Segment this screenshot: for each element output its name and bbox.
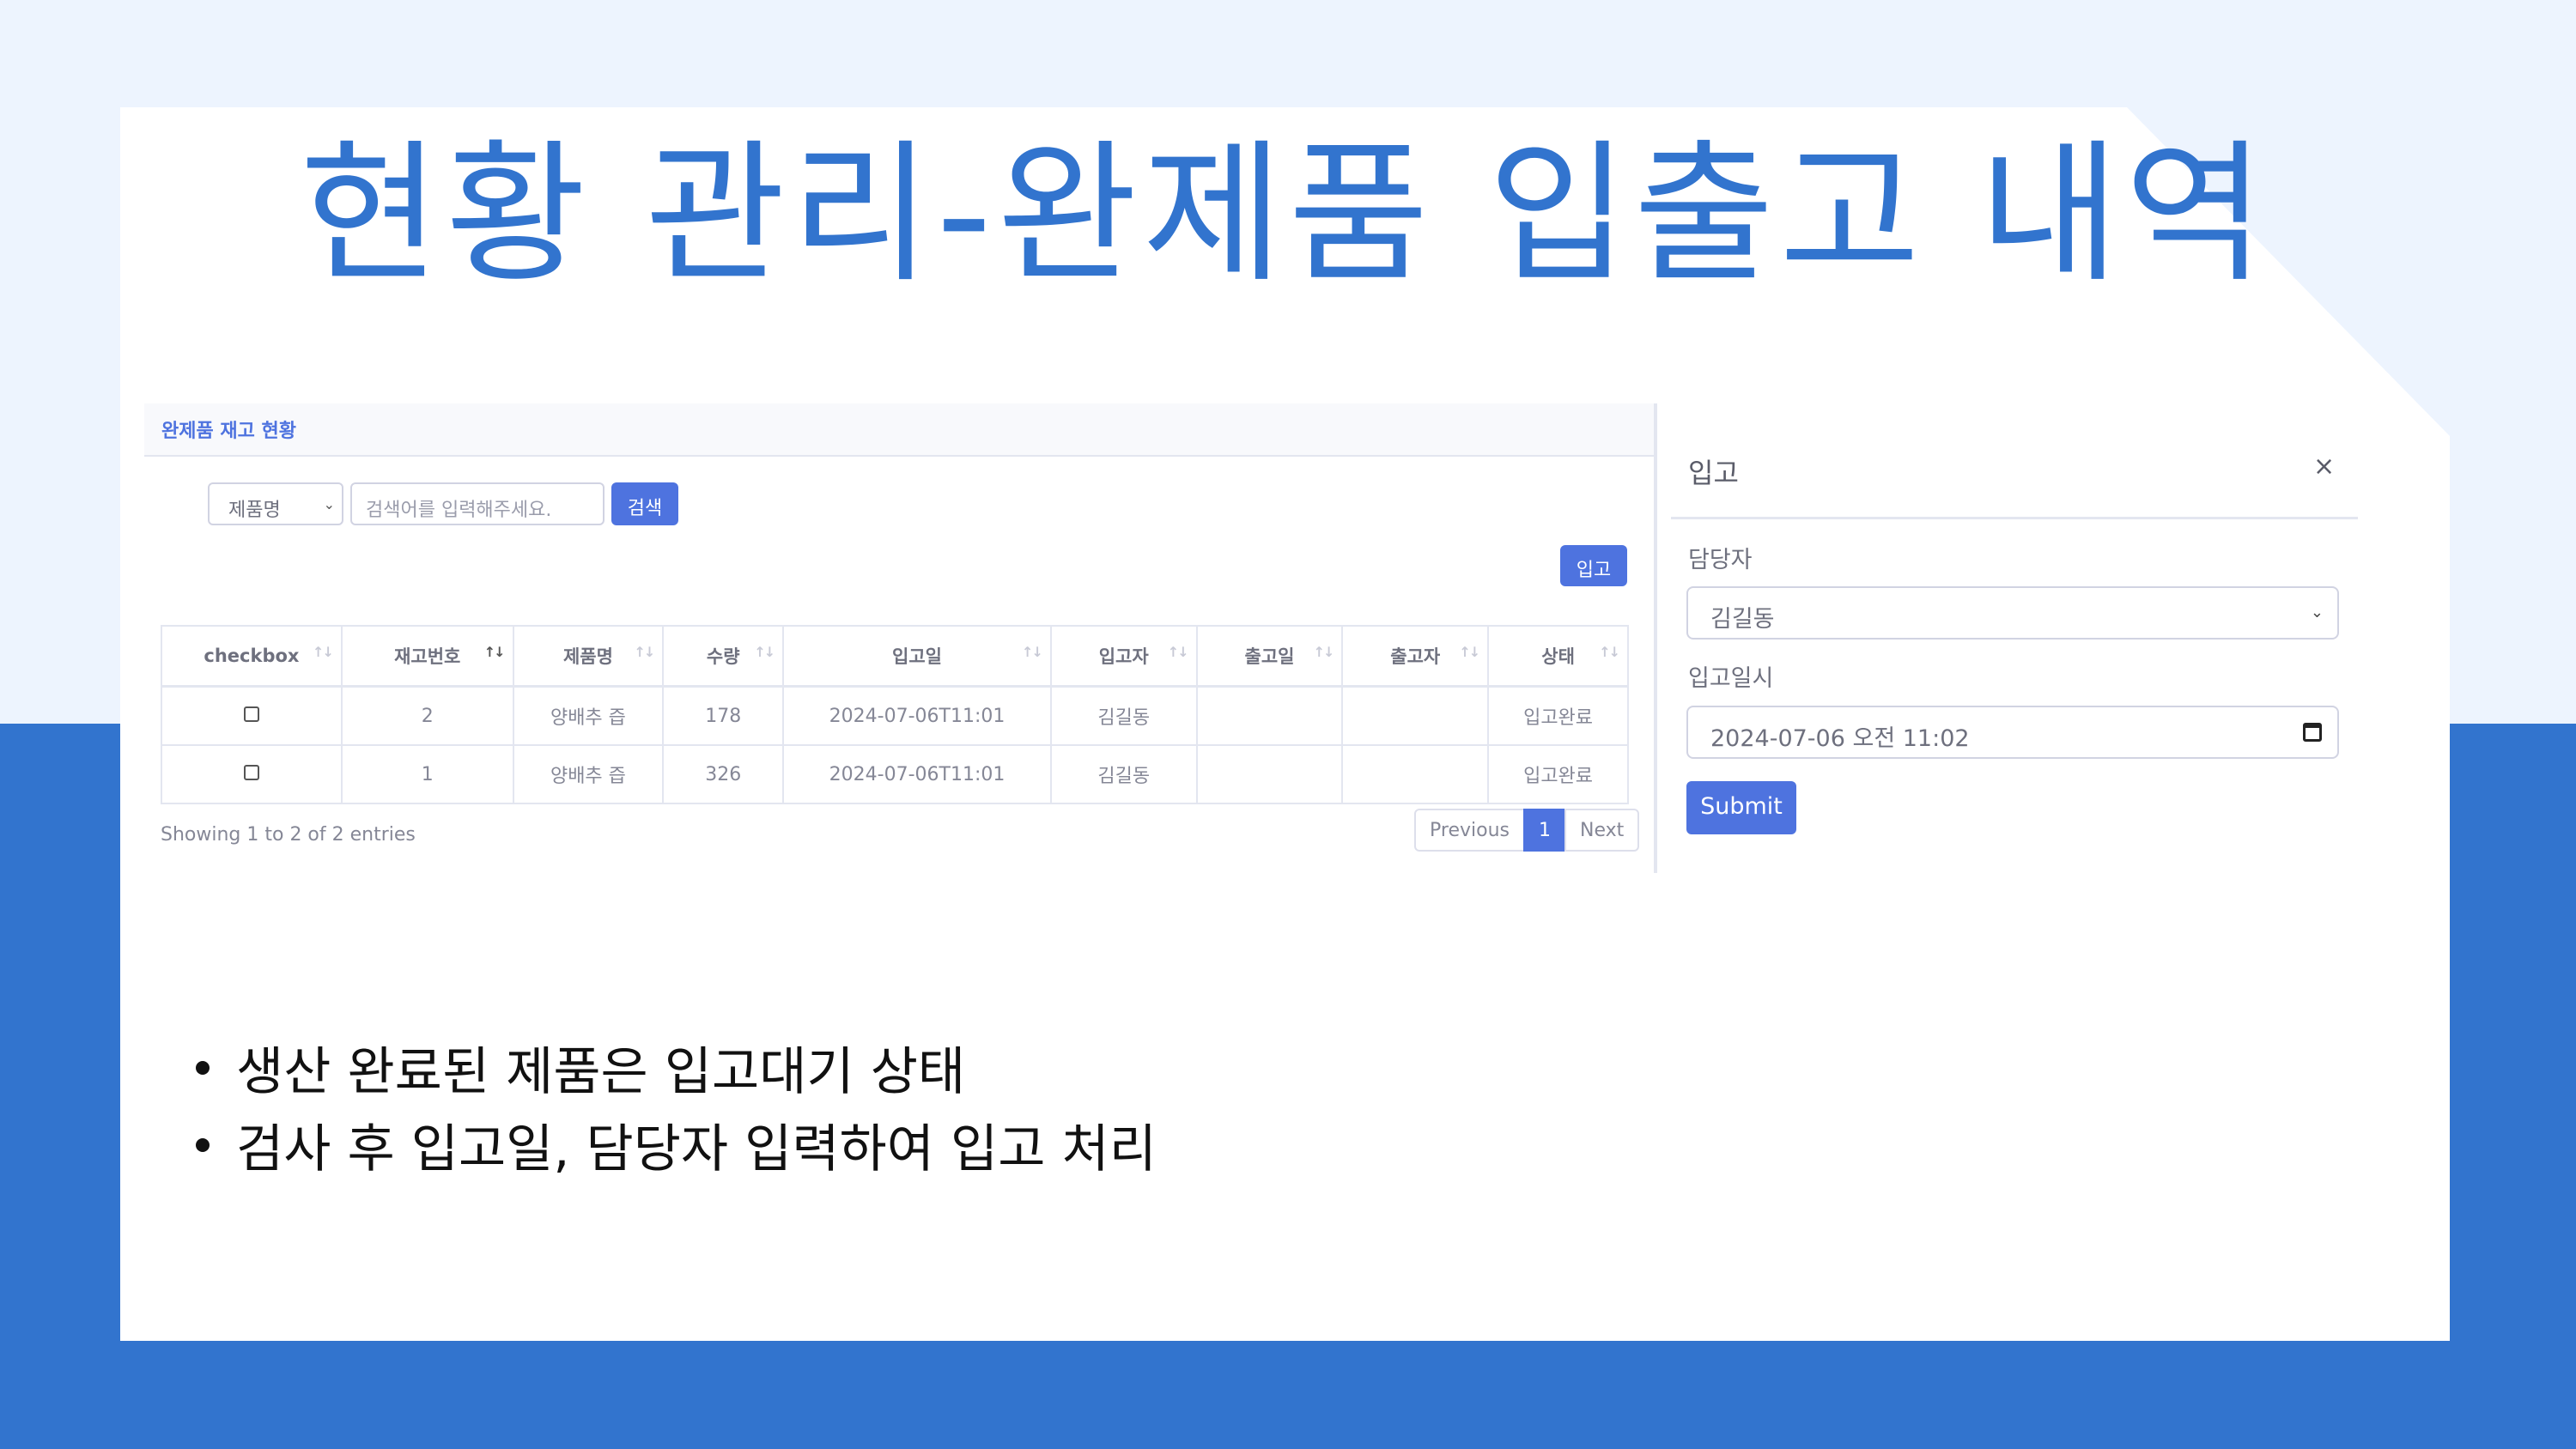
filter-select-value: 제품명 [228,500,281,521]
table-header-row: checkbox ↑↓ 재고번호 ↑↓ 제품명 ↑↓ 수량 ↑↓ 입고일 ↑↓ 입고자 ↑↓… [161,625,1629,688]
sort-icon: ↑↓ [1313,644,1335,660]
cell-in-date: 2024-07-06T11:01 [782,685,1052,746]
col-header[interactable]: 출고일 ↑↓ [1195,625,1344,688]
manager-select[interactable]: 김길동 ⌄ [1686,586,2339,640]
slide-title: 현황 관리-완제품 입출고 내역 [299,125,2271,303]
card-header: 완제품 재고 현황 [144,403,1654,457]
datetime-input[interactable]: 2024-07-06 오전 11:02 [1686,706,2339,759]
col-header[interactable]: 입고일 ↑↓ [782,625,1052,688]
table-row: 1 양배추 즙 326 2024-07-06T11:01 김길동 입고완료 [161,744,1629,804]
card-title: 완제품 재고 현황 [161,421,296,442]
filter-select[interactable]: 제품명 ⌄ [208,482,343,525]
inventory-card: 완제품 재고 현황 제품명 ⌄ 검색어를 입력해주세요. 검색 입고 check… [144,403,1657,873]
bullet-text: 검사 후 입고일, 담당자 입력하여 입고 처리 [236,1119,1157,1179]
cell-qty: 326 [662,744,785,804]
cell-id: 1 [340,744,514,804]
cell-product: 양배추 즙 [512,744,665,804]
cell-in-date: 2024-07-06T11:01 [782,744,1052,804]
add-stock-button[interactable]: 입고 [1560,545,1627,586]
sort-icon: ↑↓ [1459,644,1480,660]
table-row: 2 양배추 즙 178 2024-07-06T11:01 김길동 입고완료 [161,685,1629,746]
modal-title: 입고 [1688,457,1739,489]
table-info: Showing 1 to 2 of 2 entries [161,824,416,846]
sort-icon: ↑↓ [634,644,656,660]
col-header[interactable]: checkbox ↑↓ [161,625,343,688]
chevron-down-icon: ⌄ [323,496,335,512]
cell-status: 입고완료 [1487,685,1629,746]
cell-id: 2 [340,685,514,746]
cell-out-user [1341,685,1490,746]
bullet-dot [196,1138,210,1152]
calendar-icon[interactable] [2303,723,2322,742]
next-page-button[interactable]: Next [1564,809,1640,852]
cell-in-user: 김길동 [1049,685,1198,746]
modal-divider [1671,517,2358,519]
col-header[interactable]: 수량 ↑↓ [662,625,785,688]
col-header[interactable]: 입고자 ↑↓ [1049,625,1198,688]
row-checkbox-cell [161,685,343,746]
cell-out-user [1341,744,1490,804]
col-header[interactable]: 출고자 ↑↓ [1341,625,1490,688]
previous-page-button[interactable]: Previous [1414,809,1525,852]
datetime-value: 2024-07-06 오전 11:02 [1710,725,1970,752]
row-checkbox[interactable] [243,706,259,722]
col-header[interactable]: 상태 ↑↓ [1487,625,1629,688]
sort-icon: ↑↓ [313,644,334,660]
cell-product: 양배추 즙 [512,685,665,746]
manager-select-value: 김길동 [1710,606,1775,633]
cell-status: 입고완료 [1487,744,1629,804]
submit-button[interactable]: Submit [1686,781,1796,834]
bullet-dot [196,1061,210,1075]
sort-icon: ↑↓ [1022,644,1043,660]
row-checkbox[interactable] [243,764,259,780]
row-checkbox-cell [161,744,343,804]
sort-icon: ↑↓ [1599,644,1620,660]
sort-icon: ↑↓ [483,644,506,660]
col-header[interactable]: 제품명 ↑↓ [512,625,665,688]
page-1-button[interactable]: 1 [1522,809,1566,852]
chevron-down-icon: ⌄ [2310,603,2324,621]
bullet-text: 생산 완료된 제품은 입고대기 상태 [236,1042,966,1102]
stock-in-modal: 입고 × 담당자 김길동 ⌄ 입고일시 2024-07-06 오전 11:02 … [1671,429,2358,876]
sort-icon: ↑↓ [754,644,775,660]
sort-icon: ↑↓ [1167,644,1189,660]
cell-qty: 178 [662,685,785,746]
close-icon[interactable]: × [2313,452,2335,482]
search-input[interactable]: 검색어를 입력해주세요. [350,482,605,525]
manager-label: 담당자 [1688,547,1753,573]
col-header[interactable]: 재고번호 ↑↓ [340,625,514,688]
cell-out-date [1195,685,1344,746]
pagination: Previous 1 Next [1414,809,1640,852]
cell-out-date [1195,744,1344,804]
datetime-label: 입고일시 [1688,665,1774,692]
search-button[interactable]: 검색 [611,482,678,525]
cell-in-user: 김길동 [1049,744,1198,804]
inventory-table: checkbox ↑↓ 재고번호 ↑↓ 제품명 ↑↓ 수량 ↑↓ 입고일 ↑↓ 입고자 ↑↓… [161,625,1629,804]
search-placeholder: 검색어를 입력해주세요. [366,500,552,521]
